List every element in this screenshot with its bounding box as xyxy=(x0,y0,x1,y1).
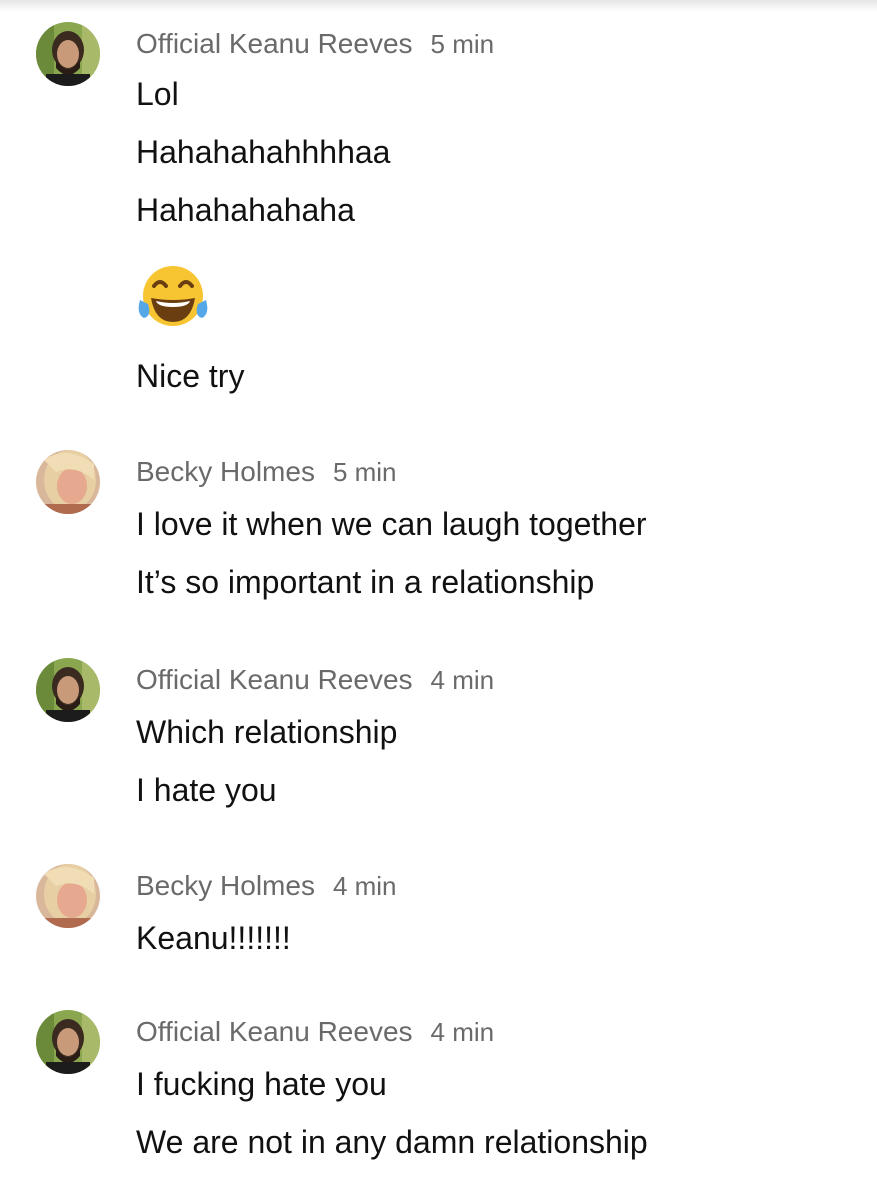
keanu-avatar xyxy=(36,22,100,86)
message-thread[interactable]: Official Keanu Reeves 5 min Lol Hahahahah… xyxy=(0,0,877,1200)
message-text: I hate you xyxy=(136,772,277,808)
sender-name: Becky Holmes xyxy=(136,870,315,901)
message-header: Official Keanu Reeves 5 min xyxy=(136,28,494,60)
message-text: I fucking hate you xyxy=(136,1066,387,1102)
message-text: Which relationship xyxy=(136,714,398,750)
message-text: Keanu!!!!!!! xyxy=(136,920,291,956)
message-text: Nice try xyxy=(136,358,245,394)
keanu-avatar xyxy=(36,1010,100,1074)
message-text: Hahahahahaha xyxy=(136,192,355,228)
avatar[interactable] xyxy=(36,1010,100,1074)
sender-name: Official Keanu Reeves xyxy=(136,1016,413,1047)
message-header: Official Keanu Reeves 4 min xyxy=(136,664,494,696)
avatar[interactable] xyxy=(36,658,100,722)
message-header: Becky Holmes 4 min xyxy=(136,870,397,902)
sender-name: Becky Holmes xyxy=(136,456,315,487)
becky-avatar xyxy=(36,864,100,928)
timestamp: 5 min xyxy=(332,457,397,487)
message-text: Hahahahahhhhaa xyxy=(136,134,391,170)
face-with-tears-of-joy-icon xyxy=(136,262,210,337)
keanu-avatar xyxy=(36,658,100,722)
message-header: Becky Holmes 5 min xyxy=(136,456,397,488)
sender-name: Official Keanu Reeves xyxy=(136,28,413,59)
becky-avatar xyxy=(36,450,100,514)
avatar[interactable] xyxy=(36,22,100,86)
timestamp: 4 min xyxy=(430,665,495,695)
timestamp: 4 min xyxy=(332,871,397,901)
timestamp: 5 min xyxy=(430,29,495,59)
timestamp: 4 min xyxy=(430,1017,495,1047)
sender-name: Official Keanu Reeves xyxy=(136,664,413,695)
message-text: It’s so important in a relationship xyxy=(136,564,595,600)
avatar[interactable] xyxy=(36,450,100,514)
message-header: Official Keanu Reeves 4 min xyxy=(136,1016,494,1048)
message-text: I love it when we can laugh together xyxy=(136,506,647,542)
avatar[interactable] xyxy=(36,864,100,928)
message-text: Lol xyxy=(136,76,179,112)
message-text: We are not in any damn relationship xyxy=(136,1124,648,1160)
